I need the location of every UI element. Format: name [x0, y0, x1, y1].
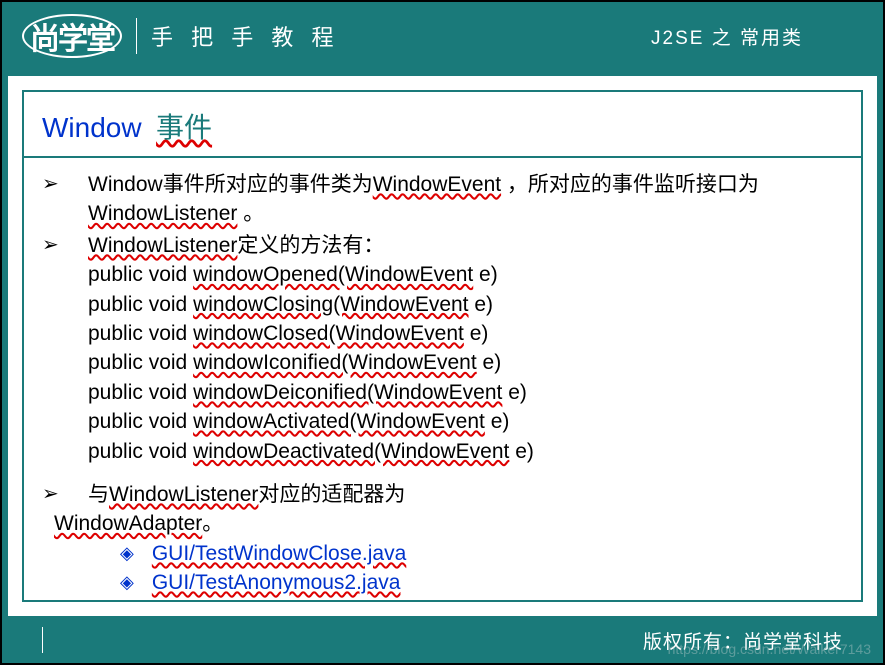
method-list: public void windowOpened(WindowEvent e)p…	[42, 260, 843, 466]
bullet-1: ➢ Window事件所对应的事件类为WindowEvent ，所对应的事件监听接…	[42, 170, 843, 229]
watermark: https://blog.csdn.net/Walker7143	[668, 641, 871, 657]
method-line: public void windowDeiconified(WindowEven…	[42, 378, 843, 407]
bullet-2-text: WindowListener定义的方法有：	[88, 231, 843, 260]
method-line: public void windowOpened(WindowEvent e)	[42, 260, 843, 289]
bullet-3-text: 与WindowListener对应的适配器为	[88, 480, 843, 509]
bullet-1-text: Window事件所对应的事件类为WindowEvent ，所对应的事件监听接口为…	[88, 170, 843, 229]
content-box: Window 事件 ➢ Window事件所对应的事件类为WindowEvent …	[22, 90, 863, 602]
title-sub: 事件	[156, 112, 212, 143]
slide-title: Window 事件	[24, 92, 861, 158]
content-wrap: Window 事件 ➢ Window事件所对应的事件类为WindowEvent …	[8, 76, 877, 616]
file-link[interactable]: ◈ GUI/TestWindowClose.java	[42, 539, 843, 568]
arrow-icon: ➢	[42, 480, 88, 508]
arrow-icon: ➢	[42, 231, 88, 259]
slide-body: ➢ Window事件所对应的事件类为WindowEvent ，所对应的事件监听接…	[24, 158, 861, 607]
title-main: Window	[42, 112, 142, 143]
tagline: 手 把 手 教 程	[151, 20, 339, 52]
bullet-3: ➢ 与WindowListener对应的适配器为	[42, 480, 843, 509]
method-line: public void windowClosed(WindowEvent e)	[42, 319, 843, 348]
logo: 尚学堂	[22, 14, 122, 58]
bullet-2: ➢ WindowListener定义的方法有：	[42, 231, 843, 260]
diamond-icon: ◈	[120, 541, 134, 566]
file-link[interactable]: ◈ GUI/TestAnonymous2.java	[42, 568, 843, 597]
adapter-line: WindowAdapter。	[42, 509, 843, 538]
method-line: public void windowClosing(WindowEvent e)	[42, 290, 843, 319]
divider	[136, 18, 137, 54]
footer-divider	[42, 627, 43, 653]
method-line: public void windowIconified(WindowEvent …	[42, 348, 843, 377]
method-line: public void windowActivated(WindowEvent …	[42, 407, 843, 436]
arrow-icon: ➢	[42, 170, 88, 198]
link-list: ◈ GUI/TestWindowClose.java ◈ GUI/TestAnonym…	[42, 539, 843, 598]
topic: J2SE 之 常用类	[651, 23, 803, 50]
link-text: GUI/TestAnonymous2.java	[152, 568, 401, 597]
method-line: public void windowDeactivated(WindowEven…	[42, 437, 843, 466]
header: 尚学堂 手 把 手 教 程 J2SE 之 常用类	[2, 2, 883, 70]
link-text: GUI/TestWindowClose.java	[152, 539, 406, 568]
diamond-icon: ◈	[120, 570, 134, 595]
